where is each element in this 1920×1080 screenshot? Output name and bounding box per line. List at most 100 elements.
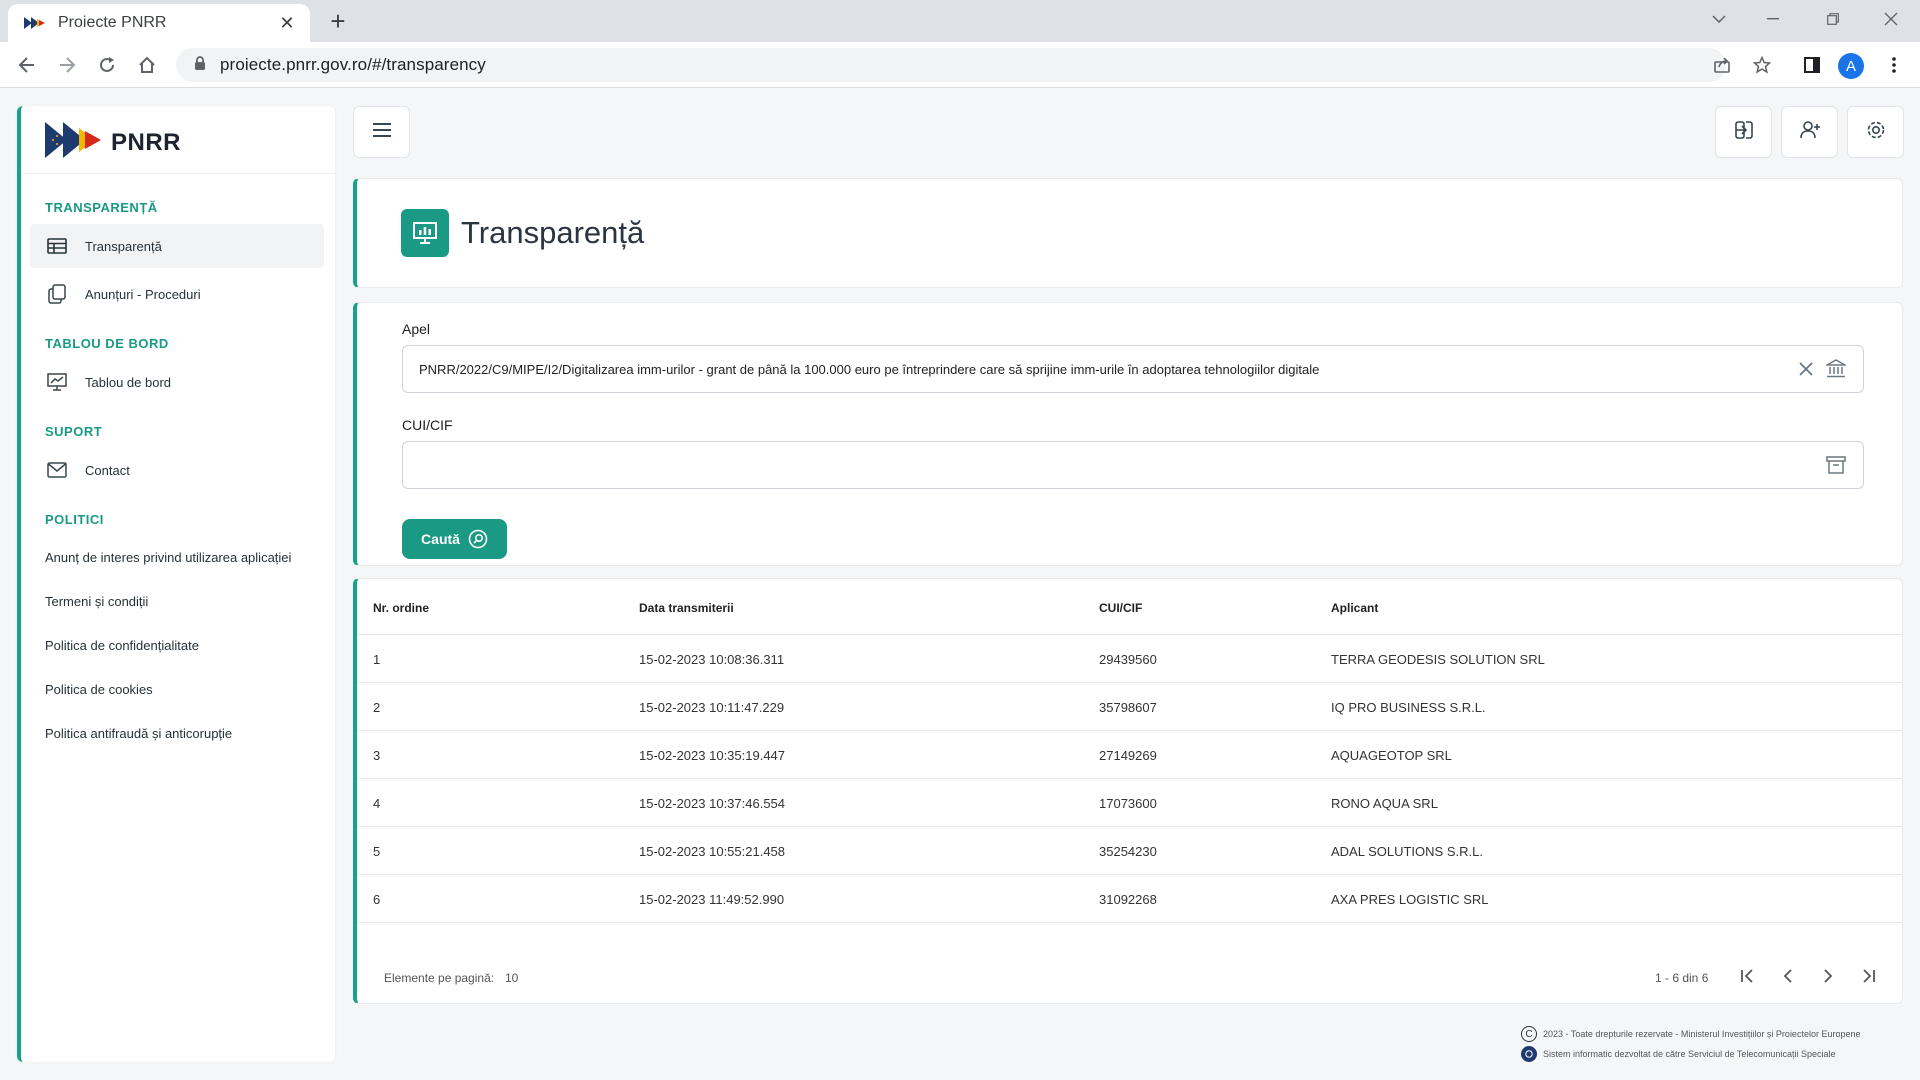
- cell-aplicant: IQ PRO BUSINESS S.R.L.: [1331, 700, 1486, 715]
- table-row[interactable]: 6 15-02-2023 11:49:52.990 31092268 AXA P…: [357, 875, 1903, 923]
- register-button[interactable]: [1781, 106, 1838, 158]
- sidebar-item-anunturi[interactable]: Anunțuri - Proceduri: [30, 272, 324, 316]
- sidebar-item-label: Contact: [85, 462, 130, 478]
- column-header-data[interactable]: Data transmiterii: [639, 601, 734, 615]
- previous-page-icon[interactable]: [1773, 961, 1803, 991]
- cell-nr: 4: [373, 796, 381, 811]
- policy-link-confidentialitate[interactable]: Politica de confidențialitate: [45, 638, 199, 653]
- footer-developer: Sistem informatic dezvoltat de către Ser…: [1521, 1046, 1835, 1062]
- section-label-tablou: TABLOU DE BORD: [45, 336, 169, 351]
- section-label-suport: SUPORT: [45, 424, 103, 439]
- tab-search-icon[interactable]: [1696, 0, 1742, 38]
- cell-nr: 5: [373, 844, 381, 859]
- bookmark-star-icon[interactable]: [1746, 49, 1778, 81]
- cui-label: CUI/CIF: [402, 417, 453, 433]
- reload-icon[interactable]: [91, 49, 123, 81]
- pnrr-favicon-icon: [24, 15, 48, 31]
- table-row[interactable]: 3 15-02-2023 10:35:19.447 27149269 AQUAG…: [357, 731, 1903, 779]
- sts-logo-icon: [1521, 1046, 1537, 1062]
- brand-name: PNRR: [111, 128, 182, 156]
- archive-icon: [1823, 452, 1849, 478]
- minimize-icon[interactable]: [1750, 0, 1796, 38]
- brand[interactable]: PNRR: [21, 112, 335, 174]
- first-page-icon[interactable]: [1733, 961, 1763, 991]
- cell-data: 15-02-2023 10:35:19.447: [639, 748, 786, 763]
- cell-data: 15-02-2023 10:08:36.311: [639, 652, 785, 667]
- copy-documents-icon: [46, 283, 68, 305]
- policy-link-termeni[interactable]: Termeni și condiții: [45, 594, 148, 609]
- table-row[interactable]: 4 15-02-2023 10:37:46.554 17073600 RONO …: [357, 779, 1903, 827]
- lock-icon[interactable]: [194, 55, 206, 75]
- cell-aplicant: TERRA GEODESIS SOLUTION SRL: [1331, 652, 1545, 667]
- policy-link-antifrauda[interactable]: Politica antifraudă și anticorupție: [45, 726, 232, 741]
- browser-tab[interactable]: Proiecte PNRR ✕: [8, 4, 310, 42]
- search-button[interactable]: Caută: [402, 519, 507, 559]
- sidebar-item-label: Transparență: [85, 238, 162, 254]
- cell-cui: 27149269: [1099, 748, 1157, 763]
- cell-nr: 3: [373, 748, 381, 763]
- login-button[interactable]: [1715, 106, 1772, 158]
- column-header-cui[interactable]: CUI/CIF: [1099, 601, 1142, 615]
- policy-link-anunt[interactable]: Anunț de interes privind utilizarea apli…: [45, 550, 291, 565]
- cell-cui: 17073600: [1099, 796, 1157, 811]
- next-page-icon[interactable]: [1813, 961, 1843, 991]
- apel-select[interactable]: PNRR/2022/C9/MIPE/I2/Digitalizarea imm-u…: [402, 345, 1864, 393]
- section-label-transparenta: TRANSPARENȚĂ: [45, 200, 158, 215]
- back-icon[interactable]: [11, 49, 43, 81]
- home-icon[interactable]: [131, 49, 163, 81]
- url-text: proiecte.pnrr.gov.ro/#/transparency: [220, 55, 486, 74]
- tab-title: Proiecte PNRR: [58, 14, 167, 31]
- search-form-card: Apel PNRR/2022/C9/MIPE/I2/Digitalizarea …: [353, 302, 1903, 566]
- cell-data: 15-02-2023 10:37:46.554: [639, 796, 786, 811]
- column-header-aplicant[interactable]: Aplicant: [1331, 601, 1378, 615]
- clear-icon[interactable]: [1793, 356, 1819, 382]
- sidebar-item-tablou[interactable]: Tablou de bord: [30, 360, 324, 404]
- sidebar-item-transparenta[interactable]: Transparență: [30, 224, 324, 268]
- cell-cui: 29439560: [1099, 652, 1157, 667]
- column-header-nr[interactable]: Nr. ordine: [373, 601, 429, 615]
- cell-data: 15-02-2023 10:11:47.229: [639, 700, 785, 715]
- results-table-card: Nr. ordine Data transmiterii CUI/CIF Apl…: [353, 578, 1903, 1004]
- profile-avatar[interactable]: A: [1838, 53, 1864, 79]
- title-card: Transparență: [353, 178, 1903, 288]
- footer-developer-text: Sistem informatic dezvoltat de către Ser…: [1543, 1049, 1836, 1059]
- side-panel-icon[interactable]: [1796, 49, 1828, 81]
- cui-input[interactable]: [402, 441, 1864, 489]
- table-row[interactable]: 5 15-02-2023 10:55:21.458 35254230 ADAL …: [357, 827, 1903, 875]
- last-page-icon[interactable]: [1853, 961, 1883, 991]
- login-icon: [1733, 119, 1755, 146]
- new-tab-button[interactable]: +: [322, 6, 354, 38]
- footer-copyright-text: 2023 - Toate drepturile rezervate - Mini…: [1543, 1029, 1861, 1039]
- cell-aplicant: ADAL SOLUTIONS S.R.L.: [1331, 844, 1483, 859]
- add-user-icon: [1799, 119, 1821, 146]
- pagination-range: 1 - 6 din 6: [1655, 971, 1709, 985]
- close-window-icon[interactable]: [1868, 0, 1914, 38]
- cell-aplicant: RONO AQUA SRL: [1331, 796, 1438, 811]
- browser-menu-icon[interactable]: [1878, 49, 1910, 81]
- forward-icon[interactable]: [51, 49, 83, 81]
- table-row[interactable]: 1 15-02-2023 10:08:36.311 29439560 TERRA…: [357, 635, 1903, 683]
- sidebar-item-label: Anunțuri - Proceduri: [85, 286, 201, 302]
- sidebar-item-contact[interactable]: Contact: [30, 448, 324, 492]
- cell-cui: 31092268: [1099, 892, 1157, 907]
- sidebar: PNRR TRANSPARENȚĂ Transparență Anunțuri …: [17, 106, 335, 1062]
- share-icon[interactable]: [1706, 49, 1738, 81]
- close-tab-icon[interactable]: ✕: [276, 13, 298, 34]
- cell-nr: 2: [373, 700, 381, 715]
- items-per-page-label: Elemente pe pagină:: [384, 971, 495, 985]
- restore-icon[interactable]: [1810, 0, 1856, 38]
- sidebar-item-label: Tablou de bord: [85, 374, 172, 390]
- policy-link-cookies[interactable]: Politica de cookies: [45, 682, 153, 697]
- hamburger-menu-icon: [372, 122, 391, 142]
- mail-icon: [46, 459, 68, 481]
- cell-aplicant: AXA PRES LOGISTIC SRL: [1331, 892, 1489, 907]
- cell-data: 15-02-2023 11:49:52.990: [639, 892, 785, 907]
- address-bar[interactable]: proiecte.pnrr.gov.ro/#/transparency: [176, 48, 1726, 82]
- presentation-board-icon: [401, 209, 449, 257]
- items-per-page-select[interactable]: 10: [505, 971, 518, 985]
- table-row[interactable]: 2 15-02-2023 10:11:47.229 35798607 IQ PR…: [357, 683, 1903, 731]
- cell-cui: 35254230: [1099, 844, 1157, 859]
- menu-toggle-button[interactable]: [353, 106, 410, 158]
- settings-button[interactable]: [1847, 106, 1904, 158]
- gear-icon: [1865, 119, 1887, 146]
